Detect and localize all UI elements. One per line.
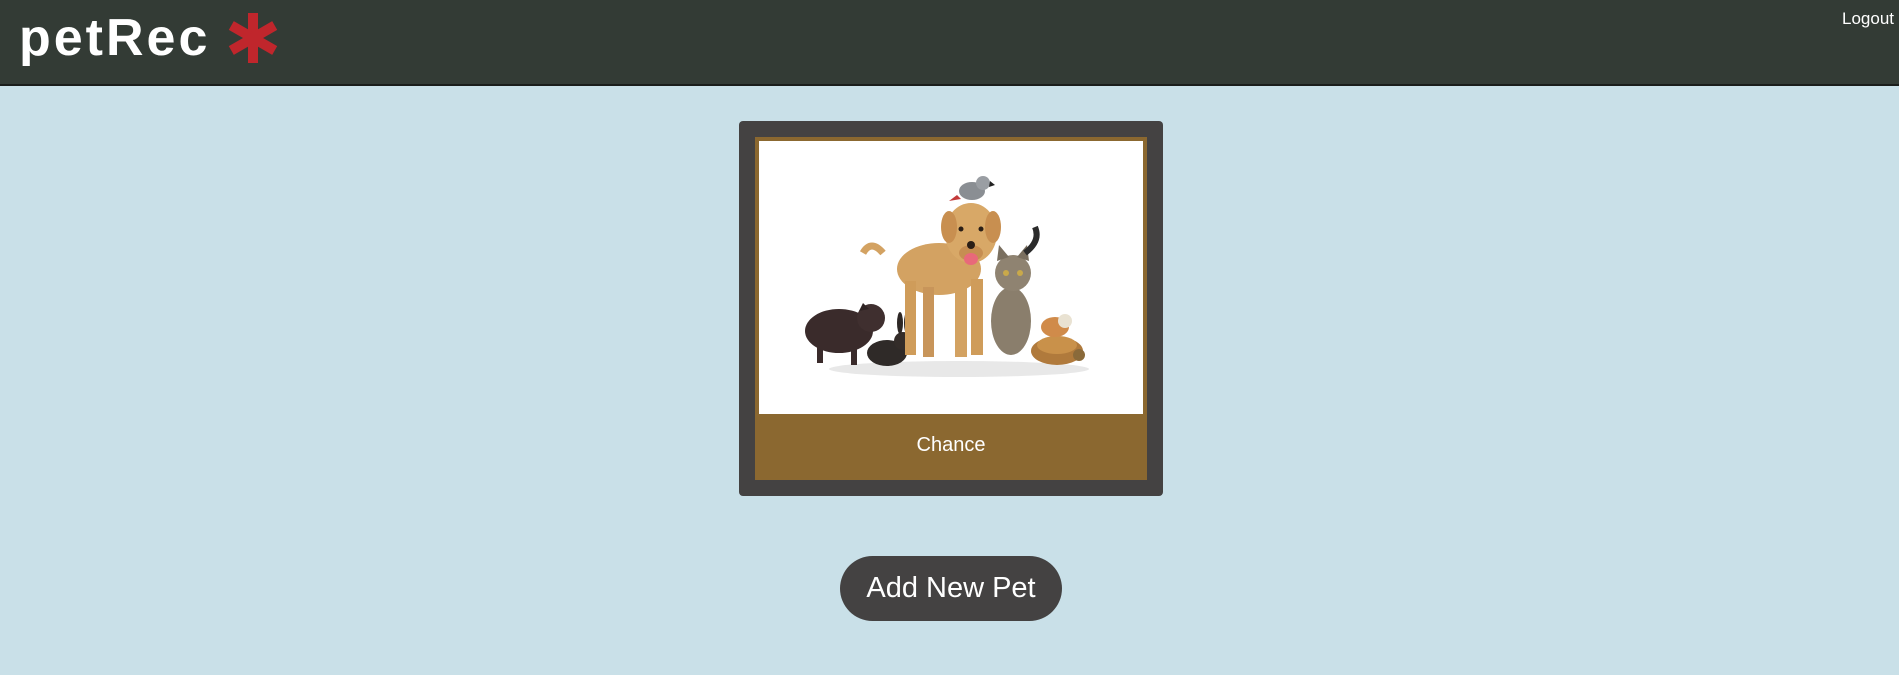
pet-name: Chance xyxy=(916,433,986,456)
pet-card[interactable]: Chance xyxy=(739,121,1163,496)
add-new-pet-button[interactable]: Add New Pet xyxy=(840,556,1062,621)
pet-card-frame: Chance xyxy=(755,137,1147,480)
logo-text: petRec xyxy=(19,9,211,67)
pet-photo xyxy=(759,141,1143,414)
asterisk-icon xyxy=(229,13,278,63)
logout-link[interactable]: Logout xyxy=(1842,9,1894,29)
top-navbar: petRec Logout xyxy=(0,0,1899,86)
app-logo[interactable]: petRec xyxy=(19,8,280,68)
